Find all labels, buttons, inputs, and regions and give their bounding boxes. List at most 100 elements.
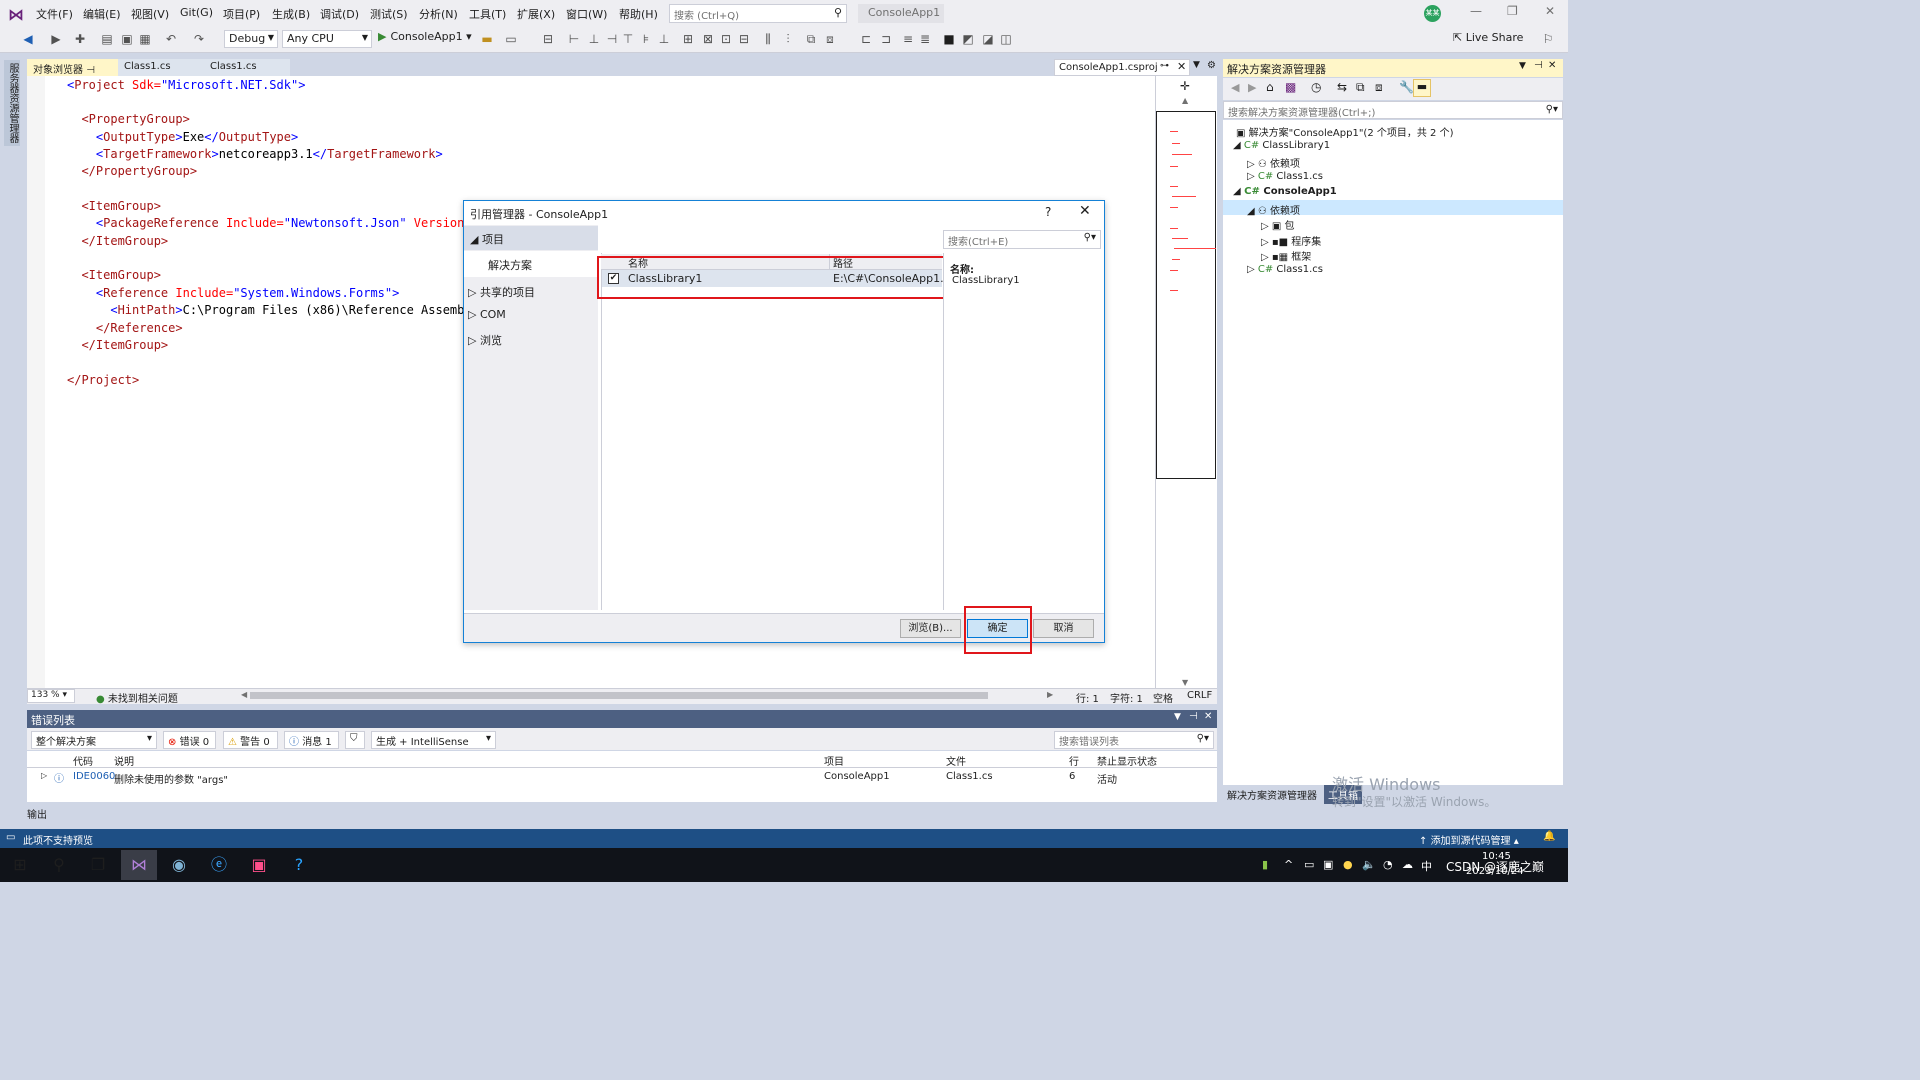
scroll-down-icon[interactable]: ▼ xyxy=(1182,678,1188,687)
uncomment-icon[interactable]: ≣ xyxy=(917,31,933,47)
tab-solution-explorer[interactable]: 解决方案资源管理器 xyxy=(1227,787,1317,802)
user-avatar[interactable]: 某某 xyxy=(1424,5,1441,22)
preview-icon[interactable]: ▬ xyxy=(1413,79,1431,97)
tray-app-icon[interactable]: ▣ xyxy=(1323,858,1333,871)
pin-icon[interactable]: ⊣ xyxy=(86,65,95,76)
col-line[interactable]: 行 xyxy=(1069,753,1079,768)
nav-projects[interactable]: ◢ 项目 xyxy=(464,226,598,250)
search-icon[interactable]: ⚲ xyxy=(41,850,77,880)
tree-classlibrary1[interactable]: ◢ C# ClassLibrary1 xyxy=(1233,140,1330,151)
error-code[interactable]: IDE0060 xyxy=(73,771,115,782)
close-icon[interactable]: ✕ xyxy=(1204,711,1212,722)
line-indicator[interactable]: 行: 1 xyxy=(1076,690,1099,705)
menu-test[interactable]: 测试(S) xyxy=(370,6,408,22)
expand-icon[interactable]: ▷ xyxy=(41,771,47,780)
eol-indicator[interactable]: CRLF xyxy=(1187,690,1212,701)
save-icon[interactable]: ▣ xyxy=(119,31,135,47)
tab-order-icon[interactable]: ⧈ xyxy=(822,31,838,47)
menu-window[interactable]: 窗口(W) xyxy=(566,6,607,22)
col-suppress[interactable]: 禁止显示状态 xyxy=(1097,753,1157,768)
dialog-close-icon[interactable]: ✕ xyxy=(1079,203,1091,219)
folder-icon[interactable]: ▬ xyxy=(479,31,495,47)
windows-start-icon[interactable]: ⊞ xyxy=(2,850,38,880)
tree-frameworks[interactable]: ▷ ▪▦ 框架 xyxy=(1261,248,1311,263)
tray-expand-icon[interactable]: ^ xyxy=(1284,858,1293,871)
next-bookmark-icon[interactable]: ◪ xyxy=(980,31,996,47)
hspace-icon[interactable]: ⫼ xyxy=(760,31,776,47)
menu-git[interactable]: Git(G) xyxy=(180,6,213,19)
menu-analyze[interactable]: 分析(N) xyxy=(419,6,458,22)
tray-ime[interactable]: 中 xyxy=(1421,858,1432,874)
tab-csproj[interactable]: ConsoleApp1.csproj xyxy=(1054,59,1190,76)
show-all-files-icon[interactable]: ⧈ xyxy=(1375,80,1383,95)
menu-file[interactable]: 文件(F) xyxy=(36,6,73,22)
split-editor-icon[interactable]: ✛ xyxy=(1180,79,1190,93)
visual-studio-taskbar-icon[interactable]: ⋈ xyxy=(121,850,157,880)
scroll-up-icon[interactable]: ▲ xyxy=(1182,96,1188,105)
tree-lib-deps[interactable]: ▷ ⚇ 依赖项 xyxy=(1247,155,1300,170)
pin-icon[interactable]: ⊣ xyxy=(1189,711,1198,722)
build-source-select[interactable]: 生成 + IntelliSense ▾ xyxy=(371,731,496,749)
tree-packages[interactable]: ▷ ▣ 包 xyxy=(1261,217,1295,232)
close-icon[interactable]: ✕ xyxy=(1548,60,1556,71)
tab-dropdown-icon[interactable]: ▼ xyxy=(1193,60,1200,70)
tray-bluetooth-icon[interactable]: ● xyxy=(1343,858,1353,871)
tray-network-icon[interactable]: ◔ xyxy=(1383,858,1393,871)
nav-com[interactable]: ▷ COM xyxy=(468,308,506,321)
col-code[interactable]: 代码 xyxy=(73,753,93,768)
redo-icon[interactable]: ↷ xyxy=(191,31,207,47)
menu-tools[interactable]: 工具(T) xyxy=(469,6,506,22)
back-icon[interactable]: ◀ xyxy=(1231,81,1239,94)
notifications-icon[interactable]: 🔔 xyxy=(1543,831,1555,842)
tray-cloud-icon[interactable]: ☁ xyxy=(1402,858,1413,871)
new-project-icon[interactable]: ✚ xyxy=(72,31,88,47)
vspace-icon[interactable]: ⫶ xyxy=(780,31,796,47)
filter-icon[interactable]: ⛉ xyxy=(345,731,365,749)
tree-consoleapp1[interactable]: ◢ C# ConsoleApp1 xyxy=(1233,186,1337,197)
align-right-icon[interactable]: ⊣ xyxy=(604,31,620,47)
save-all-icon[interactable]: ▦ xyxy=(137,31,153,47)
open-file-icon[interactable]: ▤ xyxy=(99,31,115,47)
source-control-button[interactable]: ↑ 添加到源代码管理 ▴ xyxy=(1419,832,1519,847)
prev-bookmark-icon[interactable]: ◩ xyxy=(960,31,976,47)
clock-time[interactable]: 10:45 xyxy=(1482,851,1511,862)
browse-button[interactable]: 浏览(B)... xyxy=(900,619,961,638)
home-icon[interactable]: ⌂ xyxy=(1266,80,1274,94)
global-search-input[interactable]: 搜索 (Ctrl+Q) ⚲ xyxy=(669,4,847,23)
properties-icon[interactable]: 🔧 xyxy=(1399,80,1414,94)
col-desc[interactable]: 说明 xyxy=(114,753,134,768)
align-top-icon[interactable]: ⊤ xyxy=(620,31,636,47)
edge-taskbar-icon[interactable]: ⓔ xyxy=(201,850,237,880)
menu-help[interactable]: 帮助(H) xyxy=(619,6,658,22)
nav-shared-projects[interactable]: ▷ 共享的项目 xyxy=(468,284,535,300)
minimize-icon[interactable]: — xyxy=(1470,4,1482,18)
errors-filter[interactable]: ⊗ 错误 0 xyxy=(163,731,216,749)
settings-icon[interactable]: ⚙ xyxy=(1207,60,1216,71)
grid-icon[interactable]: ⊡ xyxy=(718,31,734,47)
align-icon[interactable]: ⊟ xyxy=(540,31,556,47)
start-debug-button[interactable]: ▶ ConsoleApp1 ▾ xyxy=(378,30,472,43)
switch-views-icon[interactable]: ▩ xyxy=(1285,80,1296,94)
back-layer-icon[interactable]: ⊐ xyxy=(878,31,894,47)
tray-battery-icon[interactable]: ▮ xyxy=(1262,858,1268,871)
tab-class1-b[interactable]: Class1.cs xyxy=(204,59,290,76)
solution-search-input[interactable]: 搜索解决方案资源管理器(Ctrl+;) ⚲▾ xyxy=(1223,101,1563,119)
menu-project[interactable]: 项目(P) xyxy=(223,6,260,22)
tray-monitor-icon[interactable]: ▭ xyxy=(1304,858,1314,871)
nav-browse[interactable]: ▷ 浏览 xyxy=(468,332,502,348)
dialog-search-input[interactable]: 搜索(Ctrl+E) ⚲▾ xyxy=(943,230,1101,249)
help-taskbar-icon[interactable]: ? xyxy=(281,850,317,880)
whitespace-indicator[interactable]: 空格 xyxy=(1153,690,1173,705)
clock-date[interactable]: 2023/10/24 xyxy=(1466,866,1524,877)
pin-tab-icon[interactable]: ⊶ xyxy=(1160,61,1169,71)
tree-app-deps[interactable]: ◢ ⚇ 依赖项 xyxy=(1247,202,1300,217)
clear-bookmark-icon[interactable]: ◫ xyxy=(998,31,1014,47)
pending-changes-icon[interactable]: ◷ xyxy=(1311,80,1321,94)
dialog-help-button[interactable]: ? xyxy=(1045,205,1051,219)
undo-icon[interactable]: ↶ xyxy=(163,31,179,47)
warnings-filter[interactable]: ⚠ 警告 0 xyxy=(223,731,278,749)
minimap-viewport[interactable] xyxy=(1156,111,1216,479)
bookmark-icon[interactable]: ■ xyxy=(941,31,957,47)
scope-select[interactable]: 整个解决方案 ▾ xyxy=(31,731,157,749)
char-indicator[interactable]: 字符: 1 xyxy=(1110,690,1143,705)
